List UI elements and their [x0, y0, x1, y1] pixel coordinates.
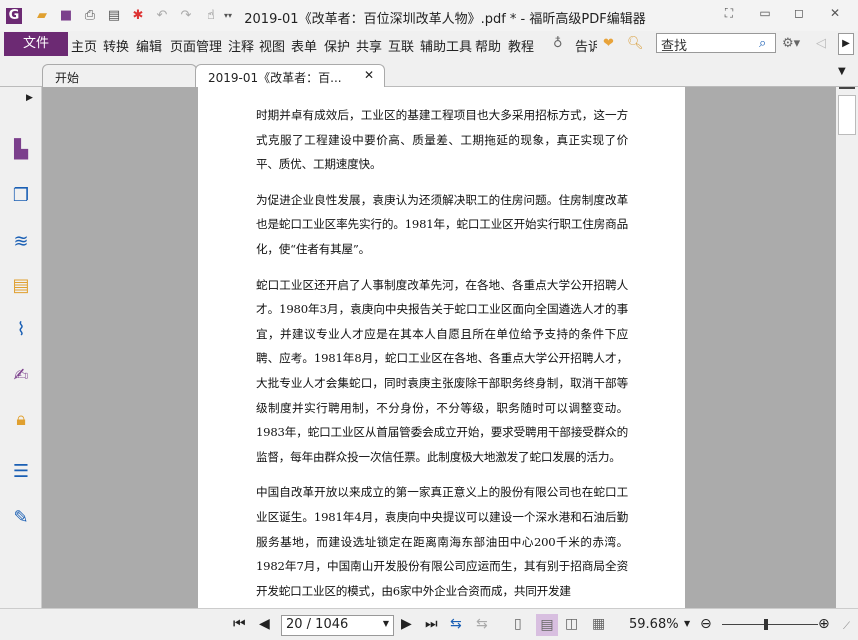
gear-icon[interactable]: ⚙▾ — [782, 36, 800, 51]
menu-convert[interactable]: 转换 — [103, 36, 129, 55]
zoom-dropdown-icon[interactable]: ▼ — [684, 619, 690, 628]
signature-icon[interactable]: ✍ — [10, 365, 32, 387]
find-folder-icon[interactable]: 🔍︎ — [627, 36, 644, 51]
menu-help[interactable]: 帮助 — [475, 36, 501, 55]
paragraph: 时期并卓有成效后，工业区的基建工程项目也大多采用招标方式，这一方式克服了工程建设… — [256, 108, 628, 172]
continuous-facing-icon[interactable]: ▦ — [592, 616, 605, 632]
undo-icon[interactable]: ↶ — [154, 8, 170, 24]
tell-me[interactable]: 告诉 — [575, 36, 597, 55]
tab-label: 2019-01《改革者：百... — [208, 71, 342, 85]
content-icon[interactable]: ☰ — [10, 461, 32, 483]
heart-icon[interactable]: ❤ — [603, 36, 614, 51]
menu-tutorial[interactable]: 教程 — [508, 36, 534, 55]
search-input[interactable]: 查找 — [656, 33, 776, 54]
tab-list-icon[interactable]: ▼ — [838, 66, 846, 77]
facing-page-icon[interactable]: ◫ — [565, 616, 578, 632]
scroll-right-button[interactable]: ▶ — [838, 33, 854, 55]
pdf-page: 时期并卓有成效后，工业区的基建工程项目也大多采用招标方式，这一方式克服了工程建设… — [198, 87, 685, 608]
hand-tool-icon[interactable]: ☝ — [203, 8, 219, 24]
paragraph: 中国自改革开放以来成立的第一家真正意义上的股份有限公司也在蛇口工业区诞生。198… — [256, 485, 628, 598]
document-tabs: 开始 2019-01《改革者：百... ✕ ▼ — [0, 57, 858, 87]
app-logo-icon: G — [6, 8, 22, 24]
menu-form[interactable]: 表单 — [291, 36, 317, 55]
tab-start[interactable]: 开始 — [42, 64, 197, 87]
search-icon[interactable]: ⌕ — [759, 36, 766, 51]
page-thumbnail-icon[interactable]: ▙ — [10, 139, 32, 161]
menu-page-manage[interactable]: 页面管理 — [170, 36, 222, 55]
page-text: 时期并卓有成效后，工业区的基建工程项目也大多采用招标方式，这一方式克服了工程建设… — [256, 103, 628, 608]
file-menu-button[interactable]: 文件 — [4, 32, 68, 56]
pages-icon[interactable]: ❐ — [10, 185, 32, 207]
menu-protect[interactable]: 保护 — [324, 36, 350, 55]
save-icon[interactable]: ■ — [58, 8, 74, 24]
last-page-button[interactable]: ⏭ — [425, 616, 438, 632]
scroll-top-icon[interactable] — [839, 87, 855, 95]
page-number: 20 / 1046 — [286, 617, 349, 632]
zoom-out-button[interactable]: ⊖ — [700, 616, 712, 632]
single-page-icon[interactable]: ▯ — [514, 616, 522, 632]
attachment-icon[interactable]: ⌇ — [10, 319, 32, 341]
prev-page-button[interactable]: ◀ — [259, 616, 270, 632]
menu-comment[interactable]: 注释 — [228, 36, 254, 55]
next-page-button[interactable]: ▶ — [401, 616, 412, 632]
vertical-scrollbar[interactable] — [836, 87, 858, 608]
previous-view-icon[interactable]: ⇆ — [450, 616, 462, 632]
zoom-in-button[interactable]: ⊕ — [818, 616, 830, 632]
minimize-button[interactable]: ▭ — [756, 6, 774, 22]
zoom-slider-handle[interactable] — [764, 619, 768, 630]
maximize-button[interactable]: ◻ — [790, 6, 808, 22]
ribbon-menu: 文件 主页 转换 编辑 页面管理 注释 视图 表单 保护 共享 互联 辅助工具 … — [0, 31, 858, 57]
scrollbar-thumb[interactable] — [838, 95, 856, 135]
menu-view[interactable]: 视图 — [259, 36, 285, 55]
open-icon[interactable]: ▰ — [34, 8, 50, 24]
menu-share[interactable]: 共享 — [356, 36, 382, 55]
page-number-input[interactable]: 20 / 1046 ▼ — [281, 615, 394, 636]
fullscreen-icon[interactable]: ⛶ — [720, 6, 738, 22]
resize-grip-icon[interactable]: ⟋ — [843, 621, 850, 632]
close-button[interactable]: ✕ — [826, 6, 844, 22]
print-icon[interactable]: ⎙ — [82, 8, 98, 24]
title-bar: G ▰ ■ ⎙ ▤ ✱ ↶ ↷ ☝ ▾▾ 2019-01《改革者：百位深圳改革人… — [0, 0, 858, 31]
lock-icon[interactable]: 🔒︎ — [10, 409, 32, 431]
expand-panel-icon[interactable]: ▶ — [26, 93, 33, 103]
paragraph: 蛇口工业区还开启了人事制度改革先河，在各地、各重点大学公开招聘人才。1980年3… — [256, 277, 628, 464]
comments-icon[interactable]: ▤ — [10, 275, 32, 297]
redo-icon[interactable]: ↷ — [178, 8, 194, 24]
menu-connect[interactable]: 互联 — [388, 36, 414, 55]
zoom-slider[interactable] — [722, 624, 818, 625]
scroll-left-icon[interactable]: ◁ — [816, 36, 826, 51]
left-panel: ▶ ▙ ❐ ≋ ▤ ⌇ ✍ 🔒︎ ☰ ✎ — [0, 87, 42, 608]
email-icon[interactable]: ▤ — [106, 8, 122, 24]
zoom-level[interactable]: 59.68% — [629, 617, 679, 632]
status-bar: ⏮ ◀ 20 / 1046 ▼ ▶ ⏭ ⇆ ⇆ ▯ ▤ ◫ ▦ 59.68% ▼ … — [0, 608, 858, 640]
document-view[interactable]: 时期并卓有成效后，工业区的基建工程项目也大多采用招标方式，这一方式克服了工程建设… — [42, 87, 836, 608]
continuous-page-icon[interactable]: ▤ — [536, 614, 558, 636]
lightbulb-icon[interactable]: ♁ — [553, 36, 563, 51]
close-tab-icon[interactable]: ✕ — [364, 68, 374, 82]
menu-edit[interactable]: 编辑 — [136, 36, 162, 55]
new-icon[interactable]: ✱ — [130, 8, 146, 24]
tab-document[interactable]: 2019-01《改革者：百... ✕ — [195, 64, 385, 87]
paragraph: 为促进企业良性发展，袁庚认为还须解决职工的住房问题。住房制度改革也是蛇口工业区率… — [256, 192, 628, 256]
tab-label: 开始 — [55, 71, 80, 85]
certificate-icon[interactable]: ✎ — [10, 507, 32, 529]
menu-home[interactable]: 主页 — [71, 36, 97, 55]
next-view-icon[interactable]: ⇆ — [476, 616, 488, 632]
first-page-button[interactable]: ⏮ — [233, 616, 246, 632]
menu-accessibility[interactable]: 辅助工具 — [420, 36, 472, 55]
layers-icon[interactable]: ≋ — [10, 231, 32, 253]
window-title: 2019-01《改革者：百位深圳改革人物》.pdf * - 福昕高级PDF编辑器 — [244, 12, 646, 27]
